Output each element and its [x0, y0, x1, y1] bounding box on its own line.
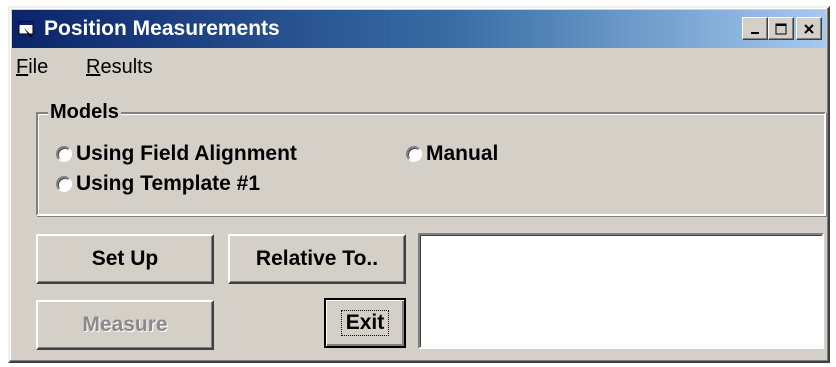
setup-button[interactable]: Set Up	[36, 234, 214, 284]
menu-file[interactable]: File	[16, 56, 48, 79]
exit-button-label: Exit	[340, 310, 390, 336]
app-window: Position Measurements File Results Model…	[8, 6, 830, 363]
close-icon	[804, 23, 814, 34]
radio-button-icon	[406, 146, 422, 162]
radio-label: Manual	[426, 142, 499, 165]
app-icon	[18, 21, 34, 37]
menu-results-label: esults	[100, 56, 153, 78]
radio-using-template-1[interactable]: Using Template #1	[56, 172, 260, 196]
radio-button-icon	[56, 146, 72, 162]
window-title: Position Measurements	[44, 17, 280, 40]
maximize-icon	[775, 23, 787, 34]
models-legend: Models	[48, 101, 121, 124]
menu-results[interactable]: Results	[86, 56, 153, 79]
menu-bar: File Results	[12, 52, 826, 80]
radio-button-icon	[56, 176, 72, 192]
menu-file-label: ile	[28, 56, 49, 78]
exit-button[interactable]: Exit	[324, 298, 406, 348]
minimize-icon	[751, 31, 759, 34]
measure-button[interactable]: Measure	[36, 300, 214, 350]
maximize-button[interactable]	[768, 17, 794, 40]
radio-using-field-alignment[interactable]: Using Field Alignment	[56, 142, 297, 166]
minimize-button[interactable]	[742, 17, 768, 40]
relative-to-button[interactable]: Relative To..	[228, 234, 406, 284]
results-output-box[interactable]	[418, 233, 824, 349]
close-button[interactable]	[796, 17, 822, 40]
radio-label: Using Field Alignment	[76, 142, 297, 165]
menu-file-mnemonic: F	[16, 56, 29, 78]
menu-results-mnemonic: R	[86, 56, 101, 78]
radio-manual[interactable]: Manual	[406, 142, 498, 166]
radio-label: Using Template #1	[76, 172, 260, 195]
title-bar[interactable]: Position Measurements	[12, 10, 826, 48]
